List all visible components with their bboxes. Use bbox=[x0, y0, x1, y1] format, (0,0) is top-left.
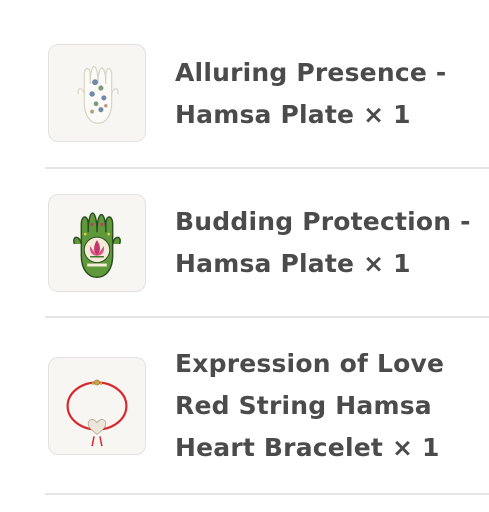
hamsa-icon bbox=[73, 212, 121, 279]
item-title: Alluring Presence - Hamsa Plate × 1 bbox=[175, 58, 447, 129]
hamsa-icon bbox=[77, 65, 119, 124]
divider bbox=[45, 167, 489, 169]
red-string-bracelet-image bbox=[48, 357, 146, 455]
white-hamsa-plate-image bbox=[48, 44, 146, 142]
divider bbox=[45, 316, 489, 318]
bracelet-icon bbox=[66, 379, 128, 447]
green-hamsa-plate-image bbox=[48, 194, 146, 292]
divider bbox=[45, 493, 489, 495]
item-title: Expression of Love Red String Hamsa Hear… bbox=[175, 349, 445, 462]
item-title: Budding Protection - Hamsa Plate × 1 bbox=[175, 207, 471, 278]
